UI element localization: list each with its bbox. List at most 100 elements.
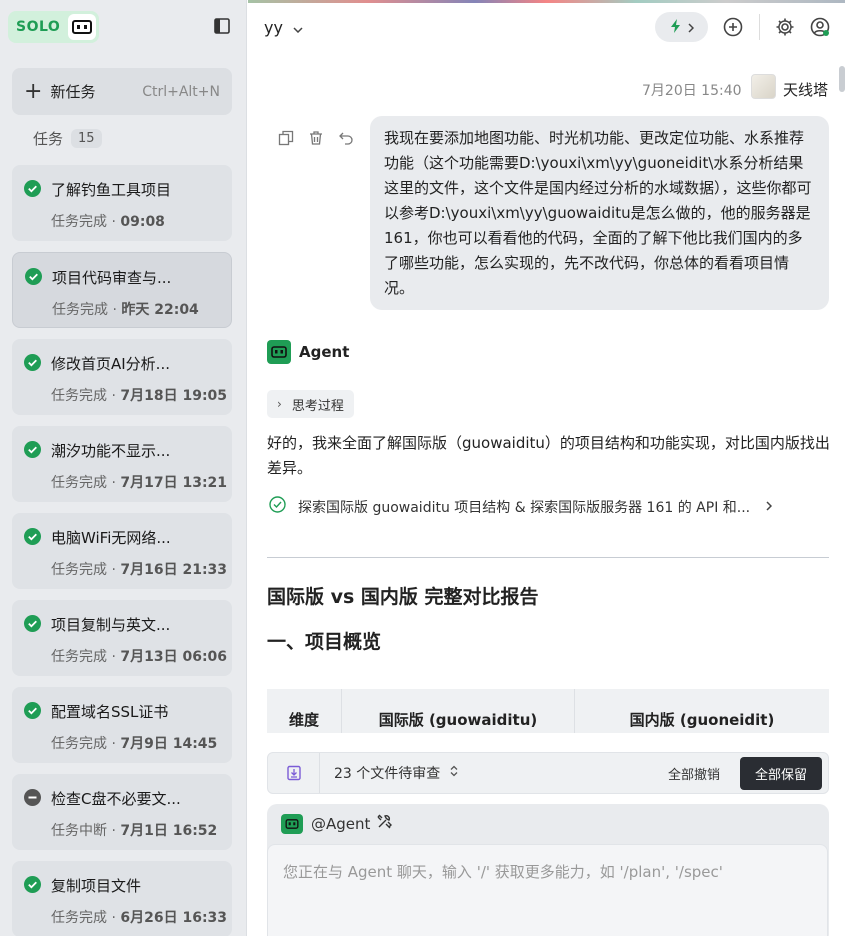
task-status-text: 任务完成: [51, 910, 107, 926]
separator-dot: ·: [107, 562, 121, 578]
task-status-text: 任务完成: [51, 562, 107, 578]
comparison-table-header: 维度 国际版 (guowaiditu) 国内版 (guoneidit): [267, 689, 829, 733]
task-item[interactable]: 检查C盘不必要文... 任务中断 · 7月1日 16:52: [12, 774, 232, 850]
task-time: 7月17日 13:21: [120, 475, 228, 491]
new-chat-icon[interactable]: [722, 16, 744, 38]
task-item[interactable]: 潮汐功能不显示... 任务完成 · 7月17日 13:21: [12, 426, 232, 502]
task-time: 6月26日 16:33: [120, 910, 228, 926]
task-meta: 任务完成 · 7月18日 19:05: [51, 385, 227, 405]
tasks-count-badge: 15: [71, 129, 102, 148]
task-time: 7月9日 14:45: [120, 736, 218, 752]
sidebar: SOLO + 新任务 Ctrl+Alt+N 任务 15 了解钓鱼工具项目 任务完成…: [0, 0, 247, 936]
pending-files-text: 23 个文件待审查: [334, 766, 441, 782]
task-item[interactable]: 项目复制与英文... 任务完成 · 7月13日 06:06: [12, 600, 232, 676]
separator-dot: ·: [107, 910, 121, 926]
new-task-shortcut: Ctrl+Alt+N: [142, 83, 220, 100]
keep-all-button[interactable]: 全部保留: [739, 756, 822, 790]
task-title: 复制项目文件: [51, 877, 142, 895]
tools-icon[interactable]: [376, 814, 393, 834]
copy-icon[interactable]: [278, 130, 294, 146]
scrollbar[interactable]: [839, 66, 845, 92]
task-status-text: 任务完成: [51, 736, 107, 752]
chat-panel: 7月20日 15:40 天线塔 我现在要添加地图功能、时光机功能、更改定位功能、…: [248, 56, 845, 936]
task-status-text: 任务完成: [52, 302, 108, 318]
agent-mention[interactable]: @Agent: [311, 815, 370, 833]
trash-icon[interactable]: [308, 130, 324, 146]
header-divider: [759, 14, 760, 40]
solo-mode-toggle[interactable]: SOLO: [8, 11, 100, 43]
message-timestamp: 7月20日 15:40: [642, 83, 742, 99]
solo-badge[interactable]: SOLO: [8, 11, 100, 43]
collapse-sidebar-icon[interactable]: [214, 18, 230, 34]
task-meta: 任务完成 · 7月13日 06:06: [51, 646, 227, 666]
check-circle-icon: [24, 528, 41, 545]
avatar: [751, 74, 776, 99]
table-header-cell: 国内版 (guoneidit): [629, 711, 775, 729]
agent-logo-icon: [267, 340, 291, 364]
solo-label: SOLO: [16, 19, 61, 35]
gear-icon[interactable]: [774, 16, 796, 38]
tasks-label: 任务: [33, 130, 64, 148]
thinking-process-toggle[interactable]: › 思考过程: [267, 390, 354, 418]
new-task-label: 新任务: [50, 83, 96, 101]
task-meta: 任务完成 · 7月9日 14:45: [51, 733, 217, 753]
task-item[interactable]: 配置域名SSL证书 任务完成 · 7月9日 14:45: [12, 687, 232, 763]
pending-files-toggle[interactable]: 23 个文件待审查: [334, 763, 458, 783]
section-title: 一、项目概览: [267, 631, 382, 653]
robot-icon: [68, 14, 97, 40]
task-item[interactable]: 修改首页AI分析... 任务完成 · 7月18日 19:05: [12, 339, 232, 415]
section-divider: [267, 557, 829, 558]
task-meta: 任务完成 · 7月17日 13:21: [51, 472, 227, 492]
file-review-icon[interactable]: [268, 753, 320, 793]
agent-reply-text: 好的，我来全面了解国际版（guowaiditu）的项目结构和功能实现，对比国内版…: [267, 434, 830, 477]
input-context-bar: @Agent: [267, 804, 829, 844]
plus-icon: +: [24, 78, 43, 104]
quick-action-pill[interactable]: [655, 12, 708, 42]
file-review-bar: 23 个文件待审查 全部撤销 全部保留: [267, 752, 829, 794]
agent-logo-icon: [281, 814, 303, 834]
table-header-cell: 国际版 (guowaiditu): [342, 689, 575, 733]
separator-dot: ·: [107, 388, 121, 404]
check-circle-icon: [24, 354, 41, 371]
check-circle-icon: [24, 441, 41, 458]
task-title: 项目复制与英文...: [51, 616, 171, 634]
new-task-button[interactable]: + 新任务 Ctrl+Alt+N: [12, 68, 232, 115]
task-meta: 任务完成 · 昨天 22:04: [52, 299, 199, 319]
task-time: 7月16日 21:33: [120, 562, 228, 578]
task-item[interactable]: 项目代码审查与... 任务完成 · 昨天 22:04: [12, 252, 232, 328]
account-icon[interactable]: [809, 16, 831, 38]
explore-step-text: 探索国际版 guowaiditu 项目结构 & 探索国际版服务器 161 的 A…: [298, 499, 751, 516]
check-circle-icon: [24, 702, 41, 719]
task-meta: 任务完成 · 7月16日 21:33: [51, 559, 227, 579]
lightning-icon: [670, 18, 682, 37]
project-name: yy: [264, 18, 283, 37]
discard-all-button[interactable]: 全部撤销: [668, 764, 720, 783]
check-circle-icon: [25, 268, 42, 285]
check-circle-icon: [269, 496, 286, 517]
task-meta: 任务中断 · 7月1日 16:52: [51, 820, 217, 840]
task-item[interactable]: 复制项目文件 任务完成 · 6月26日 16:33: [12, 861, 232, 936]
task-item[interactable]: 了解钓鱼工具项目 任务完成 · 09:08: [12, 165, 232, 241]
chat-input-field[interactable]: 您正在与 Agent 聊天，输入 '/' 获取更多能力，如 '/plan', '…: [267, 844, 828, 936]
check-circle-icon: [24, 180, 41, 197]
task-item[interactable]: 电脑WiFi无网络... 任务完成 · 7月16日 21:33: [12, 513, 232, 589]
separator-dot: ·: [108, 302, 122, 318]
task-time: 7月18日 19:05: [120, 388, 228, 404]
stop-circle-icon: [24, 789, 41, 806]
task-status-text: 任务完成: [51, 214, 107, 230]
task-meta: 任务完成 · 6月26日 16:33: [51, 907, 227, 927]
explore-step-item[interactable]: 探索国际版 guowaiditu 项目结构 & 探索国际版服务器 161 的 A…: [269, 496, 773, 517]
separator-dot: ·: [107, 649, 121, 665]
task-time: 09:08: [120, 214, 165, 230]
chat-input-area: @Agent 您正在与 Agent 聊天，输入 '/' 获取更多能力，如 '/p…: [267, 804, 829, 936]
task-title: 电脑WiFi无网络...: [51, 529, 171, 547]
project-selector[interactable]: yy: [264, 18, 303, 37]
task-time: 昨天 22:04: [121, 302, 199, 318]
chevron-right-icon: ›: [277, 397, 282, 411]
task-title: 检查C盘不必要文...: [51, 790, 181, 808]
task-meta: 任务完成 · 09:08: [51, 211, 165, 231]
chevron-right-icon: [687, 18, 694, 37]
chevron-right-icon: [766, 499, 773, 515]
undo-icon[interactable]: [338, 130, 354, 146]
user-name: 天线塔: [783, 81, 829, 99]
